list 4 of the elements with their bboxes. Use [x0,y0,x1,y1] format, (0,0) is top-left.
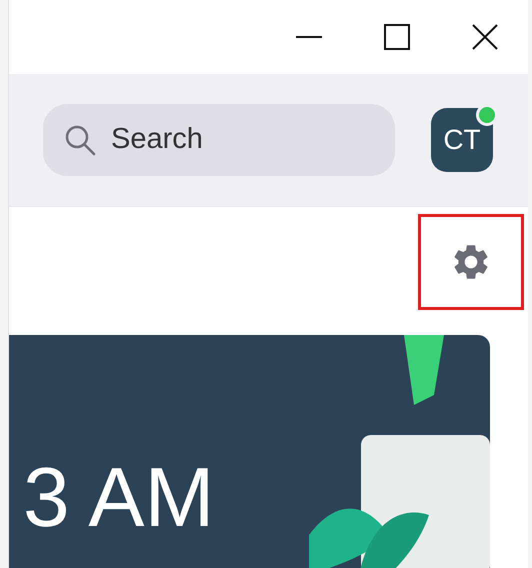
close-icon[interactable] [472,24,498,50]
time-label: 3 AM [23,455,214,540]
search-field[interactable]: Search [43,104,395,176]
maximize-icon[interactable] [384,24,410,50]
